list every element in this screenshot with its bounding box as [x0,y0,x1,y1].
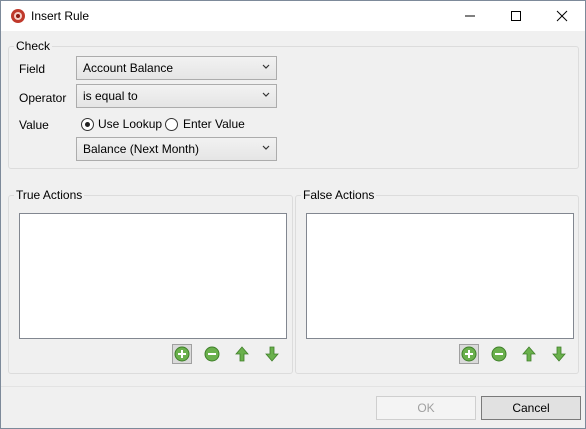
false-remove-button[interactable] [489,344,509,364]
maximize-button[interactable] [493,1,539,31]
false-add-button[interactable] [459,344,479,364]
window-title: Insert Rule [31,9,90,23]
true-actions-label: True Actions [14,188,85,202]
use-lookup-label[interactable]: Use Lookup [98,117,162,131]
insert-rule-dialog: Insert Rule Check Field Account Balance … [0,0,586,429]
remove-icon [491,346,507,362]
chevron-down-icon [262,92,270,97]
false-move-down-button[interactable] [549,344,569,364]
arrow-down-icon [265,346,279,362]
add-icon [174,346,190,362]
remove-icon [204,346,220,362]
true-move-up-button[interactable] [232,344,252,364]
add-icon [461,346,477,362]
false-move-up-button[interactable] [519,344,539,364]
true-remove-button[interactable] [202,344,222,364]
chevron-down-icon [262,64,270,69]
true-move-down-button[interactable] [262,344,282,364]
maximize-icon [511,11,521,21]
ok-button[interactable]: OK [376,396,476,420]
use-lookup-radio[interactable] [81,118,94,131]
minimize-button[interactable] [447,1,493,31]
title-bar: Insert Rule [1,1,585,31]
cancel-button[interactable]: Cancel [481,396,581,420]
field-label: Field [19,62,46,76]
operator-label: Operator [19,91,67,105]
footer-divider [1,386,585,387]
close-button[interactable] [539,1,585,31]
enter-value-radio[interactable] [165,118,178,131]
close-icon [556,10,568,22]
value-label: Value [19,118,49,132]
true-add-button[interactable] [172,344,192,364]
true-actions-list[interactable] [19,213,287,339]
arrow-down-icon [552,346,566,362]
enter-value-label[interactable]: Enter Value [183,117,245,131]
check-group-label: Check [14,39,53,53]
app-logo-icon [11,9,25,23]
lookup-dropdown[interactable]: Balance (Next Month) [76,137,277,161]
operator-dropdown-value: is equal to [83,89,138,103]
field-dropdown[interactable]: Account Balance [76,56,277,80]
arrow-up-icon [522,346,536,362]
chevron-down-icon [262,145,270,150]
lookup-dropdown-value: Balance (Next Month) [83,142,200,156]
false-actions-list[interactable] [306,213,574,339]
minimize-icon [465,15,475,17]
arrow-up-icon [235,346,249,362]
false-actions-label: False Actions [301,188,377,202]
field-dropdown-value: Account Balance [83,61,174,75]
operator-dropdown[interactable]: is equal to [76,84,277,108]
